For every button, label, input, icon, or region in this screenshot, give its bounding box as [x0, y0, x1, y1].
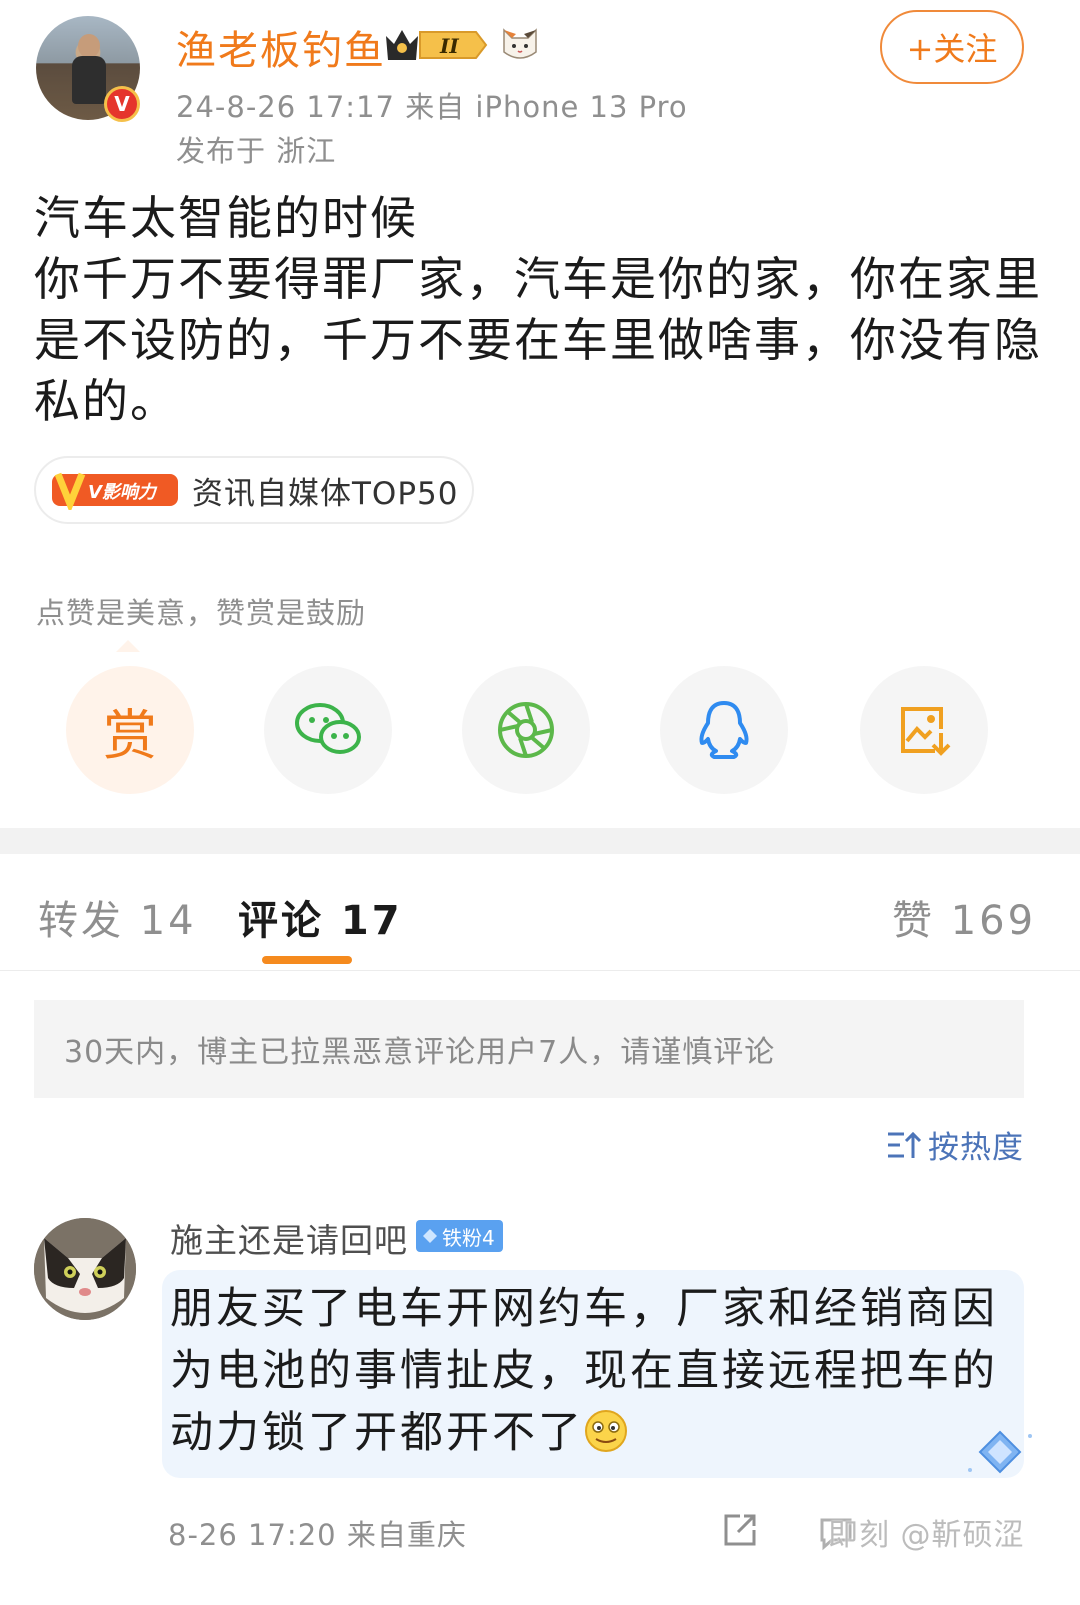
member-crown-icon[interactable]: II — [384, 26, 488, 64]
section-divider — [0, 828, 1080, 854]
tab-repost[interactable]: 转发 14 — [38, 888, 197, 946]
qq-share-button[interactable] — [660, 666, 788, 794]
sort-by-hot-button[interactable]: 按热度 — [886, 1122, 1024, 1167]
influence-logo-text: V影响力 — [88, 482, 158, 503]
awkward-smile-emoji-icon — [585, 1410, 627, 1452]
follow-button[interactable]: +关注 — [880, 10, 1024, 84]
moments-icon — [498, 702, 554, 758]
reward-caret — [116, 640, 140, 652]
post-line: 是不设防的，千万不要在车里做啥事，你没有隐 — [34, 313, 1042, 367]
cat-emoji-icon — [503, 28, 537, 59]
influence-tag-label: 资讯自媒体TOP50 — [192, 475, 459, 512]
tab-likes[interactable]: 赞 169 — [892, 888, 1036, 946]
verified-badge: V — [104, 86, 140, 122]
diamond-small-icon — [423, 1229, 437, 1243]
share-row: 赏 — [66, 666, 996, 794]
comment-line: 动力锁了开都开不了 — [170, 1408, 584, 1458]
comment-share-icon[interactable] — [720, 1510, 760, 1550]
fan-badge-label: 铁粉4 — [442, 1225, 495, 1250]
moments-share-button[interactable] — [462, 666, 590, 794]
tabs-divider — [0, 970, 1080, 971]
fan-level-badge: 铁粉4 — [416, 1220, 503, 1252]
active-tab-indicator — [262, 956, 352, 964]
blocklist-notice: 30天内，博主已拉黑恶意评论用户7人，请谨慎评论 — [34, 1000, 1024, 1098]
post-location: 发布于 浙江 — [176, 134, 337, 168]
influence-tag[interactable]: V影响力 资讯自媒体TOP50 — [34, 456, 474, 524]
comment-line: 为电池的事情扯皮，现在直接远程把车的 — [170, 1346, 998, 1396]
reward-prompt: 点赞是美意，赞赏是鼓励 — [36, 596, 367, 630]
comment-text: 朋友买了电车开网约车，厂家和经销商因 为电池的事情扯皮，现在直接远程把车的 动力… — [170, 1278, 998, 1464]
tab-comments[interactable]: 评论 17 — [238, 888, 403, 946]
qq-icon — [699, 701, 749, 759]
post-time-device: 24-8-26 17:17 来自 iPhone 13 Pro — [176, 90, 688, 124]
comment-diamond-decoration-icon — [968, 1430, 1032, 1474]
save-image-icon — [901, 707, 951, 756]
comment-time-location: 8-26 17:20 来自重庆 — [168, 1518, 467, 1552]
post-line: 你千万不要得罪厂家，汽车是你的家，你在家里 — [34, 252, 1042, 306]
wechat-icon — [295, 703, 361, 754]
influence-logo-icon: V影响力 — [52, 472, 178, 510]
watermark-text: 即刻 @靳硕涩 — [828, 1518, 1025, 1553]
sort-label: 按热度 — [928, 1130, 1024, 1166]
cat-avatar-icon — [34, 1218, 136, 1320]
comment-line: 朋友买了电车开网约车，厂家和经销商因 — [170, 1284, 998, 1334]
author-name[interactable]: 渔老板钓鱼 — [176, 18, 386, 76]
post-line: 私的。 — [34, 374, 178, 428]
save-image-button[interactable] — [860, 666, 988, 794]
commenter-name[interactable]: 施主还是请回吧 — [170, 1214, 408, 1262]
wechat-share-button[interactable] — [264, 666, 392, 794]
post-line: 汽车太智能的时候 — [34, 191, 418, 245]
reward-button[interactable]: 赏 — [66, 666, 194, 794]
commenter-avatar[interactable] — [34, 1218, 136, 1320]
level-badge-text: II — [439, 34, 459, 58]
post-content: 汽车太智能的时候 你千万不要得罪厂家，汽车是你的家，你在家里 是不设防的，千万不… — [34, 188, 1042, 432]
sort-icon — [888, 1131, 922, 1158]
